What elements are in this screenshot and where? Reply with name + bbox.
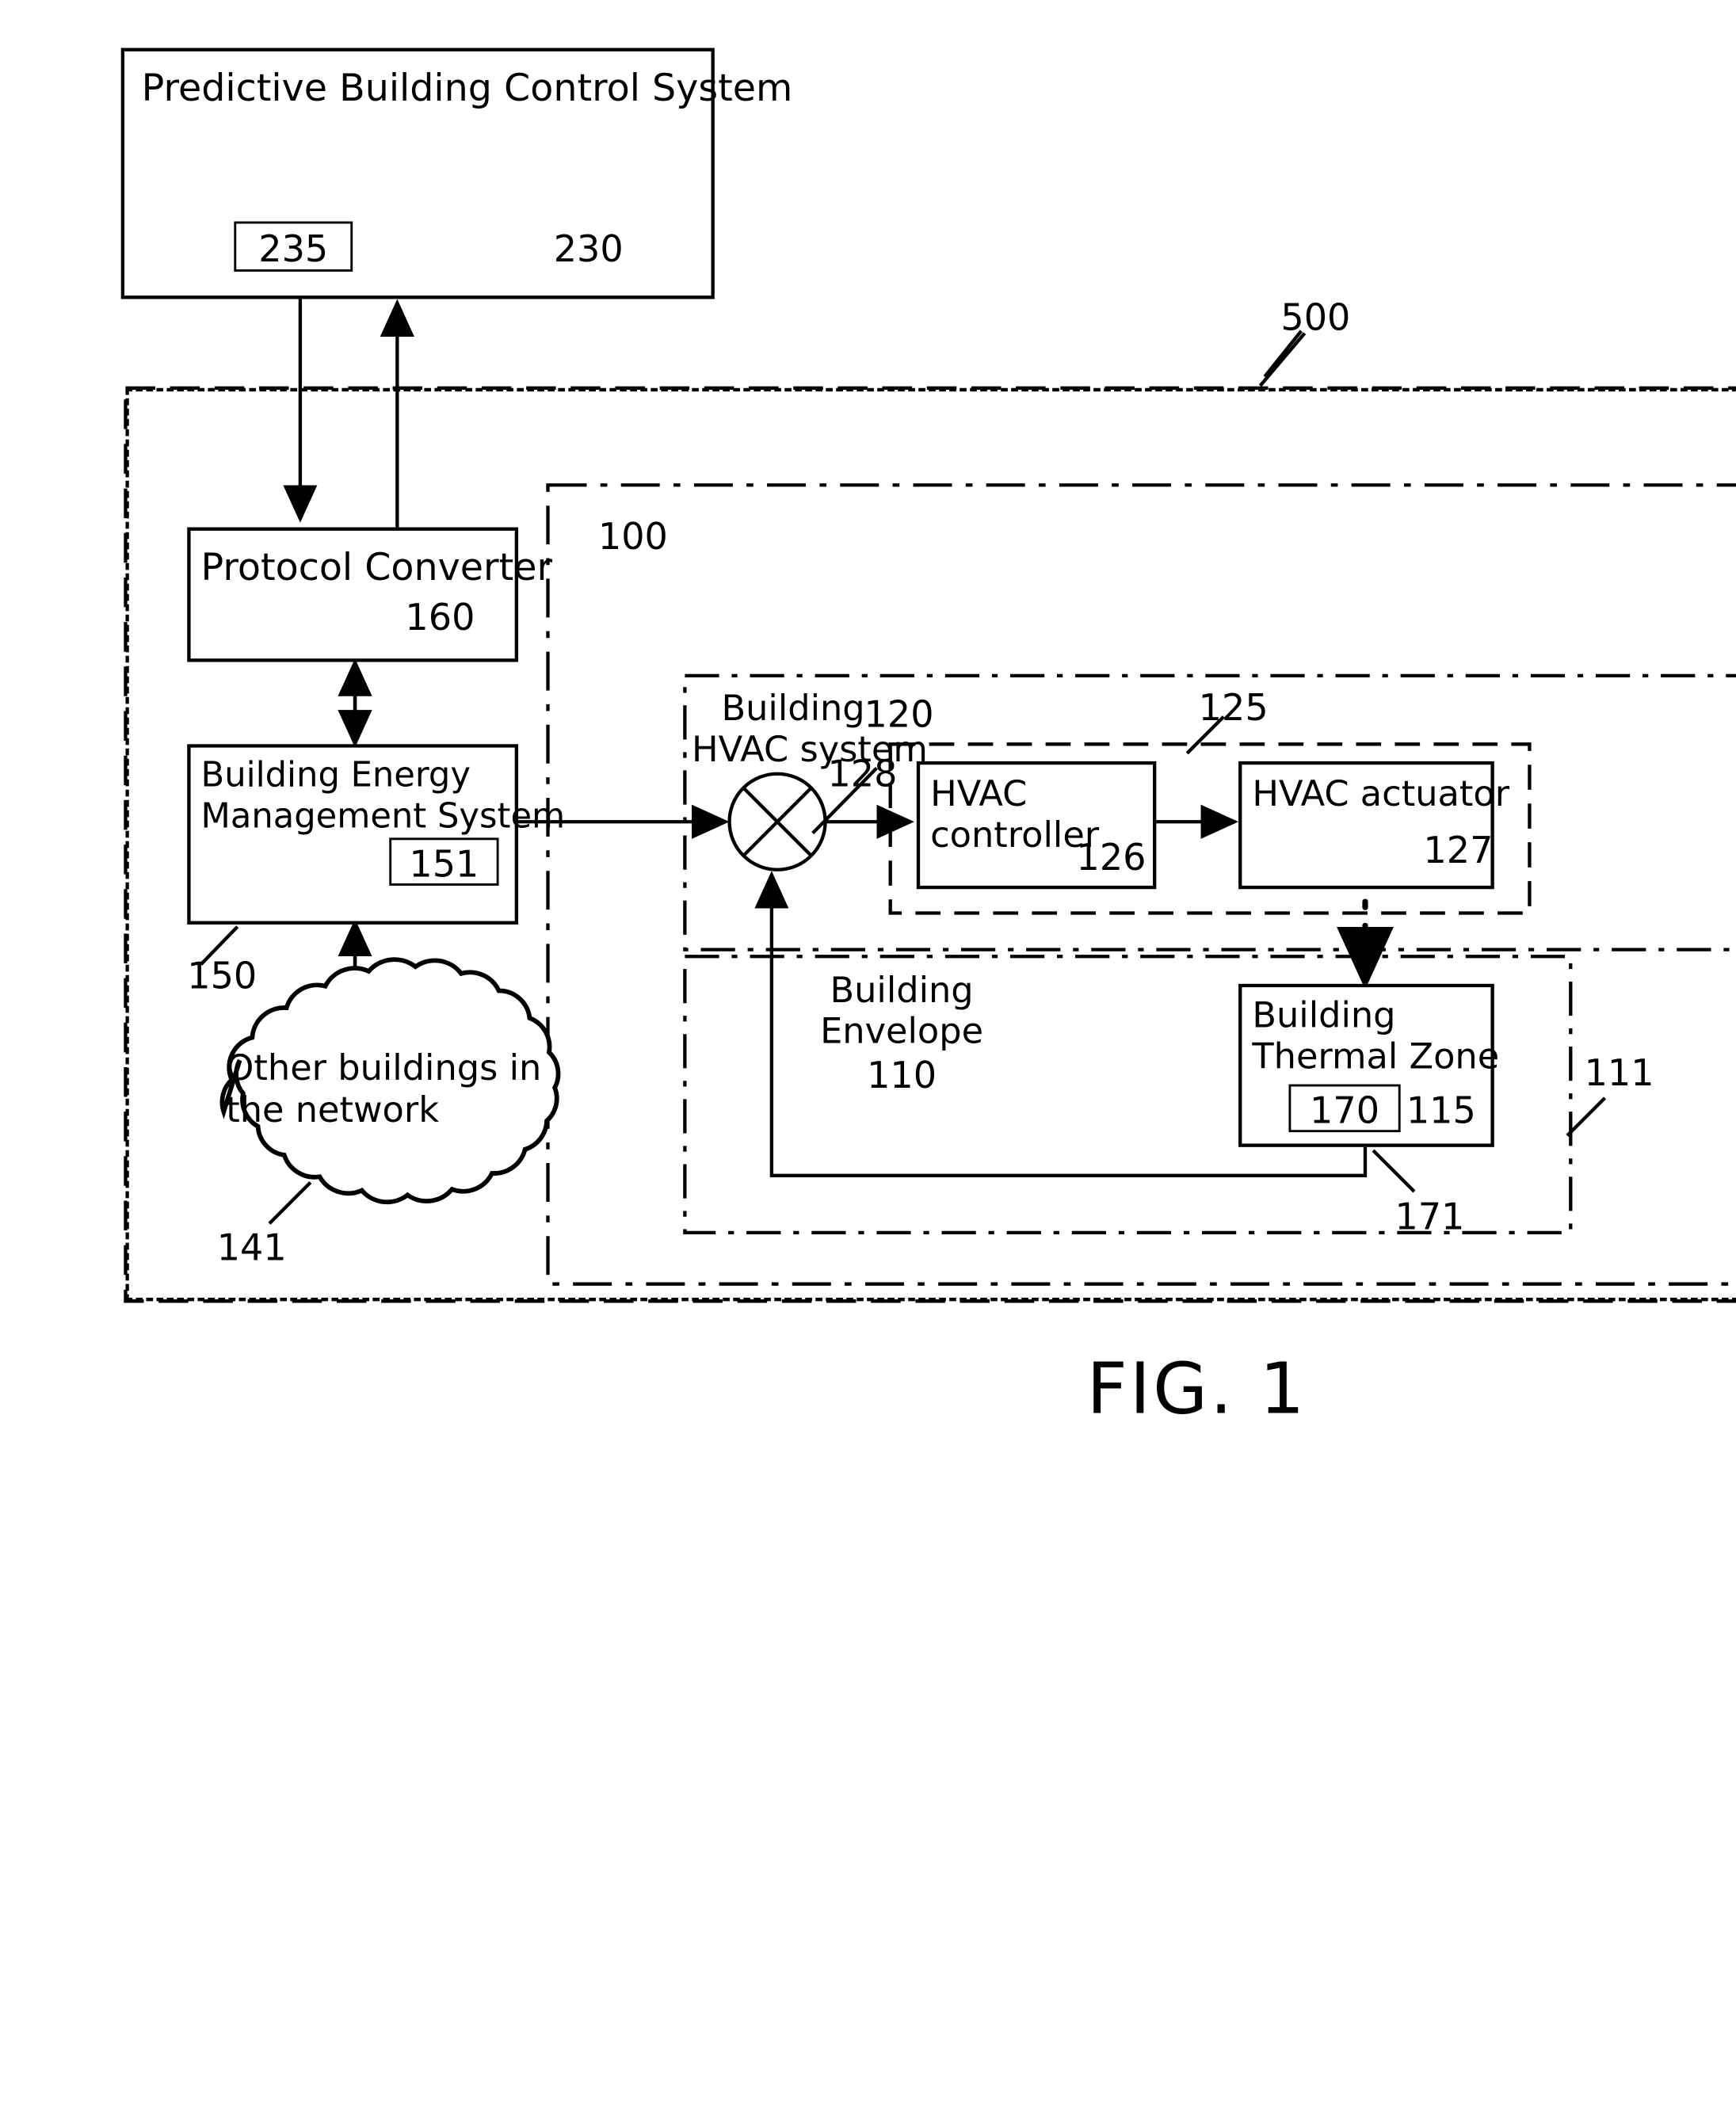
hvac-actuator-title: HVAC actuator	[1252, 774, 1509, 816]
cloud-label-line2: the network	[226, 1090, 439, 1132]
hvac-actuator-ref-label: 127	[1423, 829, 1493, 872]
bems-title-line1: Building Energy	[201, 756, 471, 796]
hvac-inner-group-ref-label: 125	[1199, 687, 1269, 730]
protocol-converter-title: Protocol Converter	[201, 546, 552, 590]
building-region-ref-label: 100	[598, 516, 668, 559]
thermal-zone-ref-label: 115	[1406, 1090, 1476, 1133]
cloud-ref-label: 141	[217, 1227, 287, 1270]
outer-region-ref-label: 500	[1280, 297, 1350, 340]
predictive-inner-ref-label: 235	[234, 228, 353, 271]
cloud-label-line1: Other buildings in	[226, 1047, 541, 1089]
building-envelope-title-line1: Building	[799, 971, 1004, 1012]
building-envelope-title-line2: Envelope	[799, 1011, 1004, 1053]
thermal-zone-feedback-ref-label: 171	[1395, 1196, 1464, 1239]
bems-ref-label: 150	[187, 955, 257, 998]
bems-inner-ref-label: 151	[389, 844, 498, 887]
bems-title-line2: Management System	[201, 797, 566, 837]
envelope-outer-ref-label: 111	[1585, 1052, 1654, 1095]
hvac-system-junction-ref-label: 128	[827, 753, 897, 796]
hvac-controller-ref-label: 126	[1077, 837, 1147, 879]
hvac-system-title-line1: Building	[721, 688, 864, 730]
predictive-ref-label: 230	[554, 228, 624, 271]
building-envelope-ref-label: 110	[799, 1054, 1004, 1097]
figure-canvas: Predictive Building Control System 235 2…	[0, 0, 1712, 1461]
figure-caption: FIG. 1	[1086, 1347, 1307, 1430]
hvac-controller-title-line2: controller	[930, 815, 1099, 857]
hvac-system-ref-label: 120	[864, 694, 934, 737]
thermal-zone-title-line2: Thermal Zone	[1252, 1036, 1499, 1078]
protocol-converter-ref-label: 160	[405, 597, 475, 639]
predictive-building-control-system-title: Predictive Building Control System	[142, 67, 712, 111]
thermal-zone-inner-ref-label: 170	[1288, 1090, 1400, 1133]
thermal-zone-title-line1: Building	[1252, 995, 1395, 1037]
hvac-controller-title-line1: HVAC	[930, 774, 1027, 816]
